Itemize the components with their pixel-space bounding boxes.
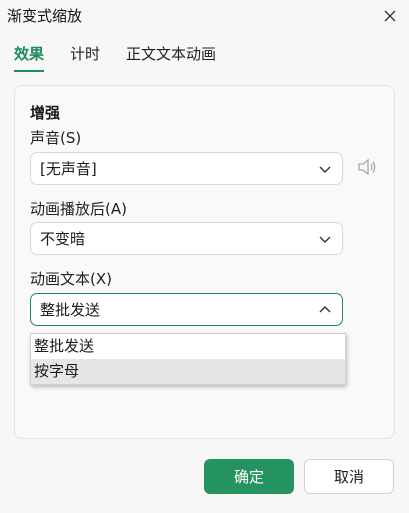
- tab-bar: 效果 计时 正文文本动画: [14, 44, 242, 72]
- cancel-button[interactable]: 取消: [304, 459, 394, 494]
- animate-text-dropdown: 整批发送 按字母: [30, 333, 346, 385]
- animate-text-select[interactable]: 整批发送: [30, 293, 343, 326]
- speaker-icon[interactable]: [357, 158, 377, 176]
- option-all-at-once[interactable]: 整批发送: [31, 334, 345, 359]
- tab-text-animation[interactable]: 正文文本动画: [126, 44, 216, 72]
- sound-value: [无声音]: [40, 160, 97, 178]
- chevron-down-icon: [319, 166, 331, 173]
- animate-text-label: 动画文本(X): [30, 270, 112, 288]
- dialog-title: 渐变式缩放: [7, 7, 83, 25]
- after-animation-select[interactable]: 不变暗: [30, 222, 343, 255]
- after-animation-label: 动画播放后(A): [30, 200, 127, 218]
- section-title-enhancements: 增强: [30, 104, 61, 122]
- tab-effect[interactable]: 效果: [14, 44, 45, 72]
- sound-select[interactable]: [无声音]: [30, 152, 343, 185]
- chevron-down-icon: [319, 236, 331, 243]
- option-by-letter[interactable]: 按字母: [31, 359, 345, 384]
- title-bar: 渐变式缩放: [0, 0, 409, 34]
- sound-label: 声音(S): [30, 129, 82, 147]
- ok-button[interactable]: 确定: [204, 459, 294, 494]
- tab-timing[interactable]: 计时: [70, 44, 100, 72]
- chevron-up-icon: [319, 306, 331, 313]
- close-icon: [384, 10, 396, 22]
- animate-text-value: 整批发送: [40, 301, 101, 319]
- close-button[interactable]: [380, 6, 400, 26]
- after-animation-value: 不变暗: [40, 230, 86, 248]
